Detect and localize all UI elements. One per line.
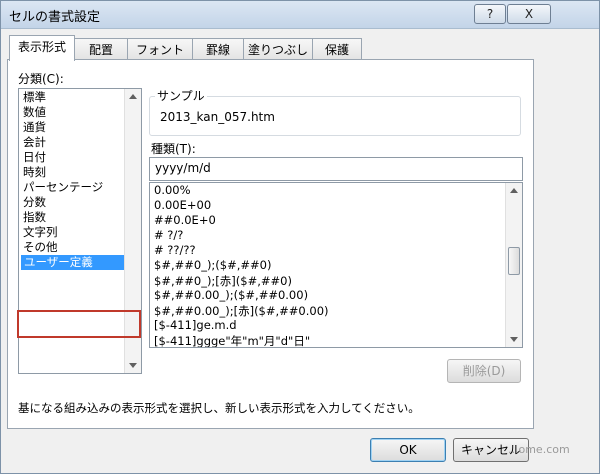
category-label: 分類(C): <box>18 72 64 86</box>
list-item[interactable]: $#,##0.00_);[赤]($#,##0.00) <box>154 303 329 319</box>
list-item[interactable]: $#,##0_);[赤]($#,##0) <box>154 273 292 289</box>
delete-button[interactable]: 削除(D) <box>447 359 521 383</box>
type-input[interactable]: yyyy/m/d <box>149 157 523 181</box>
list-item[interactable]: 標準 <box>23 90 46 105</box>
scroll-down-icon[interactable] <box>510 337 518 342</box>
list-item[interactable]: 文字列 <box>23 225 58 240</box>
list-item[interactable]: 指数 <box>23 210 46 225</box>
highlight-box <box>17 310 141 338</box>
list-item[interactable]: # ??/?? <box>154 243 196 257</box>
list-item[interactable]: $#,##0_);($#,##0) <box>154 258 271 272</box>
list-item[interactable]: ##0.0E+0 <box>154 213 216 227</box>
tab-protection[interactable]: 保護 <box>312 38 362 61</box>
type-input-value: yyyy/m/d <box>155 161 211 175</box>
description-text: 基になる組み込みの表示形式を選択し、新しい表示形式を入力してください。 <box>18 401 420 415</box>
list-item[interactable]: 0.00% <box>154 183 191 197</box>
tab-panel: 分類(C): 標準 数値 通貨 会計 日付 時刻 パーセンテージ 分数 指数 文… <box>7 59 534 429</box>
tab-font[interactable]: フォント <box>127 38 193 61</box>
list-item[interactable]: [$-411]ge.m.d <box>154 318 237 332</box>
title-bar: セルの書式設定 ? X <box>1 1 599 29</box>
list-item[interactable]: 分数 <box>23 195 46 210</box>
dialog-window: セルの書式設定 ? X 表示形式 配置 フォント 罫線 塗りつぶし 保護 分類(… <box>0 0 600 474</box>
scroll-up-icon[interactable] <box>129 94 137 99</box>
list-item[interactable]: # ?/? <box>154 228 183 242</box>
list-item[interactable]: パーセンテージ <box>23 180 103 195</box>
watermark: ...ome.com <box>508 443 570 456</box>
ok-button[interactable]: OK <box>370 438 446 462</box>
tab-fill[interactable]: 塗りつぶし <box>243 38 313 61</box>
tab-number-format[interactable]: 表示形式 <box>9 35 75 61</box>
dialog-title: セルの書式設定 <box>9 10 101 25</box>
scroll-down-icon[interactable] <box>129 363 137 368</box>
scroll-up-icon[interactable] <box>510 188 518 193</box>
list-item[interactable]: 時刻 <box>23 165 46 180</box>
list-item[interactable]: 通貨 <box>23 120 46 135</box>
list-item[interactable]: $#,##0.00_);($#,##0.00) <box>154 288 308 302</box>
list-item[interactable]: [$-411]ggge"年"m"月"d"日" <box>154 333 310 347</box>
close-button[interactable]: X <box>507 4 551 24</box>
scroll-thumb[interactable] <box>508 247 520 275</box>
type-label: 種類(T): <box>151 142 196 156</box>
sample-value: 2013_kan_057.htm <box>160 110 275 124</box>
tab-border[interactable]: 罫線 <box>192 38 244 61</box>
sample-label: サンプル <box>155 87 207 104</box>
list-item[interactable]: 0.00E+00 <box>154 198 211 212</box>
list-item[interactable]: 日付 <box>23 150 46 165</box>
format-scrollbar[interactable] <box>505 183 522 347</box>
format-list[interactable]: 0.00% 0.00E+00 ##0.0E+0 # ?/? # ??/?? $#… <box>149 182 523 348</box>
list-item-selected[interactable]: ユーザー定義 <box>21 255 133 270</box>
list-item[interactable]: 会計 <box>23 135 46 150</box>
close-icon: X <box>524 7 534 21</box>
tab-alignment[interactable]: 配置 <box>74 38 128 61</box>
help-button[interactable]: ? <box>474 4 506 24</box>
list-item[interactable]: 数値 <box>23 105 46 120</box>
list-item[interactable]: その他 <box>23 240 58 255</box>
